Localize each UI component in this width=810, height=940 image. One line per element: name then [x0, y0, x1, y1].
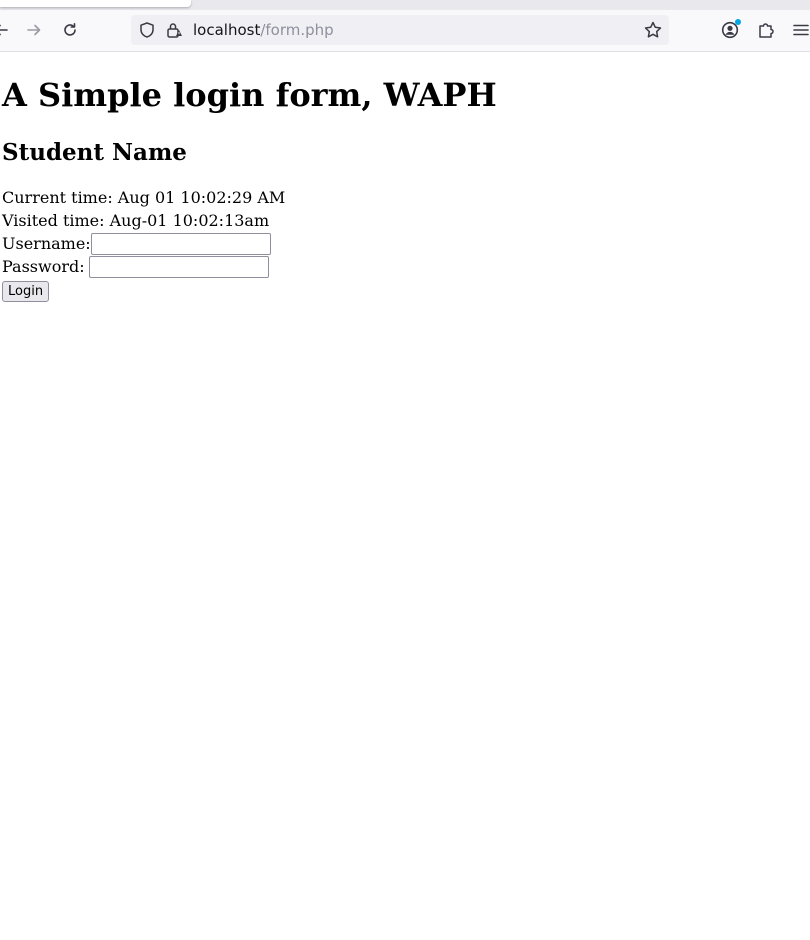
- tab-strip: [0, 0, 810, 10]
- back-arrow-icon[interactable]: [0, 18, 13, 42]
- tracking-protection-shield-icon[interactable]: [138, 21, 156, 43]
- student-name-heading: Student Name: [2, 139, 187, 166]
- address-bar[interactable]: localhost/form.php: [131, 15, 669, 45]
- username-row: Username:: [2, 232, 810, 255]
- reload-icon[interactable]: [58, 18, 82, 42]
- current-time-text: Current time: Aug 01 10:02:29 AM: [2, 188, 286, 207]
- extensions-puzzle-icon[interactable]: [754, 18, 778, 42]
- login-button[interactable]: Login: [2, 281, 50, 302]
- visited-time-text: Visited time: Aug-01 10:02:13am: [2, 211, 270, 230]
- forward-arrow-icon[interactable]: [22, 18, 46, 42]
- bookmark-star-icon[interactable]: [643, 20, 663, 44]
- page-title: A Simple login form, WAPH: [2, 76, 497, 114]
- account-icon[interactable]: [718, 18, 742, 42]
- password-label: Password:: [2, 257, 85, 276]
- login-form: Username: Password: Login: [2, 232, 810, 302]
- username-label: Username:: [2, 234, 91, 253]
- insecure-lock-icon[interactable]: [165, 21, 183, 43]
- password-row: Password:: [2, 255, 810, 278]
- active-tab[interactable]: [0, 0, 191, 7]
- password-input[interactable]: [88, 255, 269, 278]
- notification-dot: [735, 19, 741, 25]
- hamburger-menu-icon[interactable]: [789, 18, 810, 42]
- url-path: /form.php: [260, 21, 334, 39]
- browser-toolbar: localhost/form.php: [0, 0, 810, 52]
- page-content: A Simple login form, WAPH Student Name C…: [0, 52, 810, 302]
- username-input[interactable]: [90, 232, 271, 255]
- url-text[interactable]: localhost/form.php: [193, 21, 334, 39]
- url-host: localhost: [193, 21, 261, 39]
